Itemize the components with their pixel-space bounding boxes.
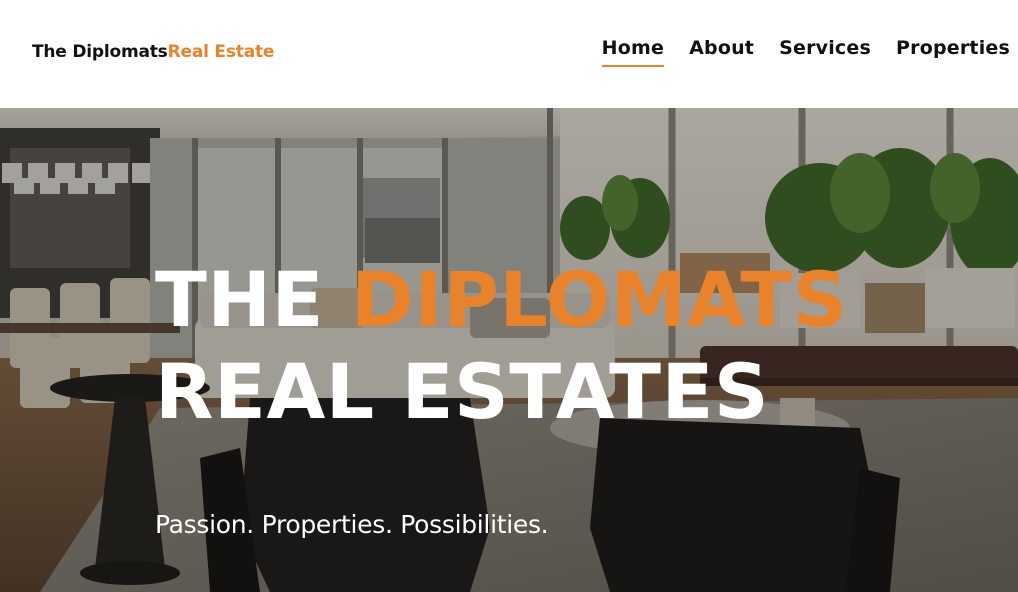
nav-properties-link[interactable]: Properties [896,37,1010,59]
brand-name-primary: The Diplomats [32,42,168,62]
brand-name-accent: Real Estate [167,42,275,62]
nav-about-link[interactable]: About [689,37,754,59]
nav-home-link[interactable]: Home [601,37,665,67]
site-header: The DiplomatsReal Estate Home About Serv… [0,0,1018,108]
nav-services-link[interactable]: Services [779,37,871,59]
hero-title-word-diplomats: DIPLOMATS [350,255,848,344]
hero-title: THE DIPLOMATS REAL ESTATES [155,254,848,438]
brand-logo[interactable]: The DiplomatsReal Estate [32,42,274,62]
hero-section: THE DIPLOMATS REAL ESTATES Passion. Prop… [0,108,1018,592]
hero-title-line2: REAL ESTATES [155,347,770,436]
hero-title-word-the: THE [155,255,324,344]
hero-title-line1: THE DIPLOMATS [155,254,848,346]
main-nav: Home About Services Properties [601,37,1010,67]
hero-tagline: Passion. Properties. Possibilities. [155,510,549,539]
